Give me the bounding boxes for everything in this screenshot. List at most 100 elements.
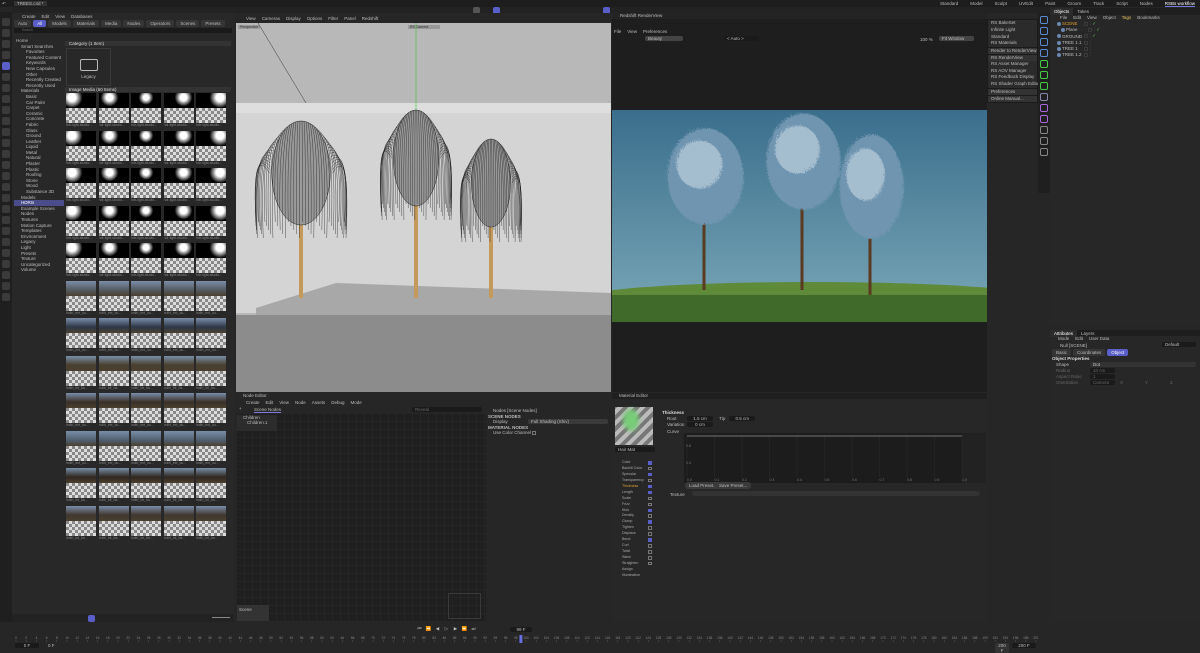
media-thumbnail[interactable]: hdr-light-studio... — [66, 168, 96, 204]
media-thumbnail[interactable]: indirl_int_ba... — [131, 356, 161, 392]
media-thumbnail[interactable]: indirl_ext_ou... — [131, 431, 161, 467]
attribute-value[interactable]: Camera — [1090, 380, 1115, 385]
media-thumbnail[interactable]: hdr-light-studio... — [131, 93, 161, 129]
media-thumbnail[interactable]: indirl_ext_ou... — [196, 393, 226, 429]
tool-icon[interactable] — [2, 172, 10, 180]
visibility-toggle[interactable]: ▢ ⁚ — [1084, 46, 1091, 51]
channel-checkbox[interactable] — [648, 514, 652, 518]
media-thumbnail[interactable]: indirl_ext_ou... — [99, 281, 129, 317]
attribute-value[interactable]: Dot — [1090, 362, 1196, 367]
object-tool-icon[interactable] — [1040, 104, 1048, 112]
filter-tab[interactable]: Models — [48, 20, 71, 27]
attribute-subtab[interactable]: Basic — [1052, 349, 1071, 356]
reveal-search[interactable]: Reveal — [412, 407, 482, 412]
axis-button[interactable]: X — [1120, 380, 1123, 385]
transport-button[interactable]: ◀ — [433, 626, 442, 632]
attribute-value[interactable]: 1 — [1090, 374, 1115, 379]
preview-end-field[interactable]: 200 F — [995, 643, 1009, 653]
menu-item[interactable]: Object — [1103, 15, 1116, 20]
node-children-1[interactable]: Children.1 — [237, 420, 277, 425]
redshift-menu-item[interactable]: RS Feedback Display — [988, 74, 1037, 81]
display-select[interactable]: Full Shading (Shiv) — [528, 419, 608, 424]
media-thumbnail[interactable]: hdr-light-studio... — [66, 243, 96, 279]
media-thumbnail[interactable]: indirl_ext_ou... — [66, 393, 96, 429]
visibility-toggle[interactable]: ▢ ⁚ — [1088, 27, 1095, 32]
media-thumbnail[interactable]: indirl_int_ba... — [164, 468, 194, 504]
tool-icon[interactable] — [2, 51, 10, 59]
filter-tab[interactable]: All — [33, 20, 46, 27]
attribute-subtab[interactable]: Coordinates — [1073, 349, 1105, 356]
layout-tab[interactable]: Groom — [1067, 1, 1081, 7]
zoom-value[interactable]: 100 % — [920, 37, 933, 42]
tool-icon[interactable] — [2, 139, 10, 147]
channel-item[interactable]: Illumination — [615, 573, 657, 579]
redshift-menu-item[interactable]: RS Materials — [988, 40, 1037, 47]
transport-button[interactable]: ⏮ — [415, 626, 424, 631]
start-frame-field[interactable]: 0 F — [15, 643, 39, 648]
filter-tab[interactable]: Materials — [73, 20, 99, 27]
redshift-menu-item[interactable]: Render to RenderView — [988, 47, 1037, 54]
redshift-menu-item[interactable]: Preferences — [988, 88, 1037, 95]
media-thumbnail[interactable]: indirl_int_ba... — [99, 356, 129, 392]
object-tool-icon[interactable] — [1040, 60, 1048, 68]
variation-field[interactable]: 0 cm — [687, 422, 713, 427]
channel-checkbox[interactable] — [648, 526, 652, 530]
redshift-menu-item[interactable]: Standard — [988, 34, 1037, 41]
transport-button[interactable]: ▷ — [442, 626, 451, 632]
menu-item[interactable]: Bookmarks — [1137, 15, 1160, 20]
visibility-toggle[interactable]: ▢ ⁚ — [1084, 52, 1091, 57]
menu-item[interactable]: View — [279, 400, 289, 405]
channel-checkbox[interactable] — [648, 479, 652, 483]
layout-tab[interactable]: RSBs workflow — [1165, 1, 1195, 7]
media-thumbnail[interactable]: indirl_ext_ou... — [164, 431, 194, 467]
axis-button[interactable]: Z — [1170, 380, 1173, 385]
media-thumbnail[interactable]: hdr-light-studio... — [99, 168, 129, 204]
media-thumbnail[interactable]: indirl_ext_ou... — [66, 281, 96, 317]
layout-tab[interactable]: Nodes — [1140, 1, 1153, 7]
filter-tab[interactable]: Presets — [201, 20, 224, 27]
channel-checkbox[interactable] — [648, 473, 652, 477]
media-thumbnail[interactable]: hdr-light-studio... — [66, 206, 96, 242]
media-thumbnail[interactable]: hdr-light-studio... — [99, 206, 129, 242]
texture-field[interactable] — [692, 491, 980, 496]
media-thumbnail[interactable]: hdr-light-studio... — [164, 243, 194, 279]
fit-select[interactable]: Fit Window — [939, 36, 974, 41]
tool-icon[interactable] — [2, 293, 10, 301]
media-thumbnail[interactable]: hdr-light-studio... — [131, 168, 161, 204]
redshift-menu-item[interactable]: RS Shader Graph Editor — [988, 81, 1037, 88]
tool-icon[interactable] — [2, 18, 10, 26]
tool-icon[interactable] — [2, 216, 10, 224]
root-field[interactable]: 1.5 cm — [687, 416, 713, 421]
object-tool-icon[interactable] — [1040, 49, 1048, 57]
channel-checkbox[interactable] — [648, 562, 652, 566]
channel-checkbox[interactable] — [648, 503, 652, 507]
search-input[interactable]: Search — [14, 28, 232, 33]
tool-icon[interactable] — [2, 29, 10, 37]
menu-item[interactable]: Edit — [42, 14, 50, 19]
use-color-checkbox[interactable] — [532, 431, 536, 435]
channel-checkbox[interactable] — [648, 538, 652, 542]
menu-item[interactable]: Panel — [344, 16, 356, 21]
menu-item[interactable]: Node — [295, 400, 306, 405]
redshift-menu-item[interactable]: RS RenderView — [988, 54, 1037, 61]
media-thumbnail[interactable]: indirl_ext_ou... — [164, 318, 194, 354]
redshift-menu-item[interactable]: RS BakeSet — [988, 20, 1037, 27]
channel-checkbox[interactable] — [648, 509, 652, 513]
media-thumbnail[interactable]: indirl_int_ba... — [164, 356, 194, 392]
media-thumbnail[interactable]: indirl_ext_ou... — [164, 281, 194, 317]
object-tool-icon[interactable] — [1040, 115, 1048, 123]
object-tool-icon[interactable] — [1040, 126, 1048, 134]
media-thumbnail[interactable]: hdr-light-studio... — [164, 131, 194, 167]
media-thumbnail[interactable]: hdr-light-studio... — [164, 93, 194, 129]
menu-item[interactable]: Create — [22, 14, 36, 19]
media-thumbnail[interactable]: indirl_ext_ou... — [131, 393, 161, 429]
timeline-ruler[interactable]: 0246810121416182022242628303234363840424… — [14, 635, 1038, 643]
visibility-toggle[interactable]: ▢ ⁚ — [1084, 21, 1091, 26]
media-thumbnail[interactable]: indirl_ext_ou... — [66, 431, 96, 467]
visibility-toggle[interactable]: ▢ ⁚ — [1084, 40, 1091, 45]
menu-item[interactable]: File — [1060, 15, 1067, 20]
menu-item[interactable]: File — [614, 29, 621, 34]
save-preset-button[interactable]: Save Preset... — [715, 482, 751, 489]
object-tool-icon[interactable] — [1040, 38, 1048, 46]
redshift-menu-item[interactable]: Infinite Light — [988, 27, 1037, 34]
